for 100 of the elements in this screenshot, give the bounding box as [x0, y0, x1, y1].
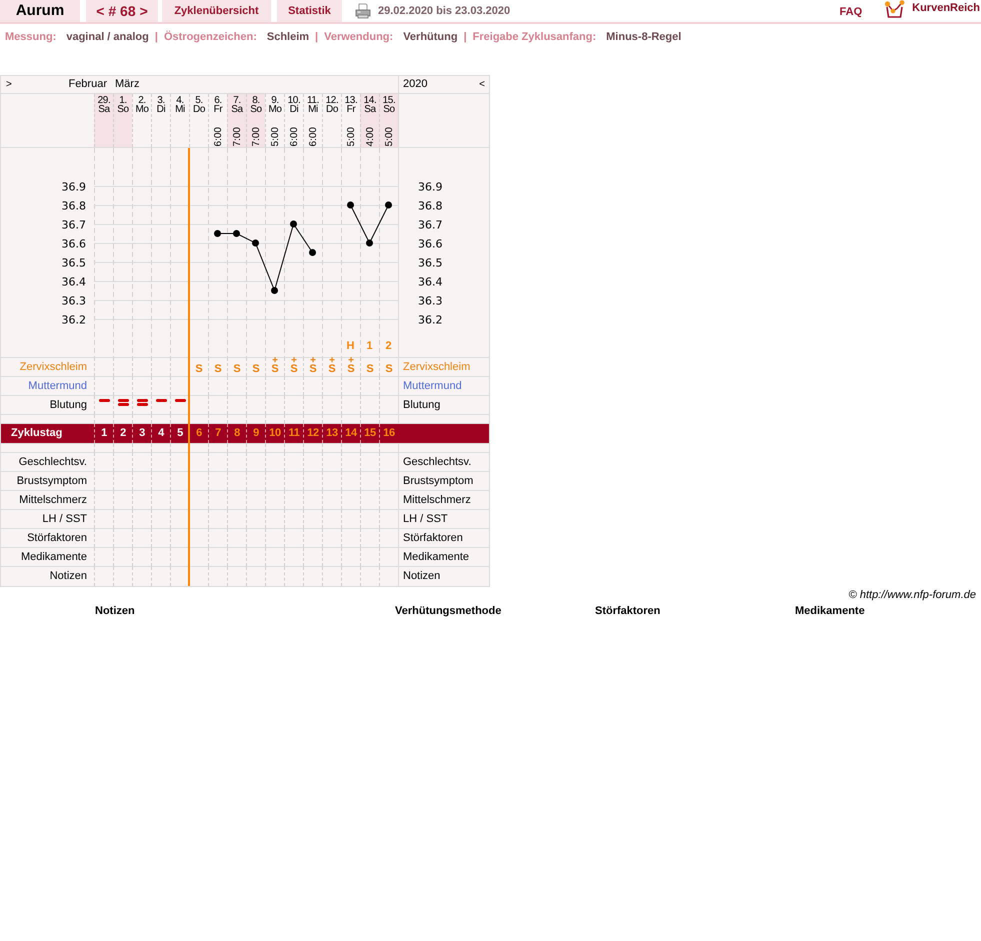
axis-label: 36.7	[62, 218, 86, 232]
time-label: 7:00	[250, 126, 262, 146]
row-label: Blutung	[403, 398, 440, 413]
mucus-mark: S	[328, 364, 336, 374]
row-label: Mittelschmerz	[19, 492, 87, 508]
weekday-label: So	[250, 105, 262, 114]
date-label: 10.	[288, 96, 300, 105]
cycle-day-number: 8	[234, 426, 240, 442]
date-label: 13.	[344, 96, 358, 105]
section-heading: Verhütungsmethode	[395, 604, 502, 619]
nav-tab[interactable]: Statistik	[277, 0, 342, 22]
row-label: Mittelschmerz	[403, 492, 471, 508]
cycle-day-number: 6	[196, 426, 202, 442]
cycle-day-number: 11	[288, 426, 300, 442]
date-label: 9.	[271, 96, 279, 105]
scale-label: 36.9	[418, 180, 442, 194]
weekday-label: Mi	[308, 105, 318, 114]
data-point	[252, 240, 259, 246]
scale-label: 36.3	[418, 294, 442, 308]
weekday-label: Mo	[268, 105, 282, 114]
scale-label: 36.7	[418, 218, 442, 232]
logo-icon	[884, 0, 906, 19]
marker-label: 2	[385, 340, 392, 352]
setting-label: Östrogenzeichen:	[164, 30, 257, 45]
mucus-plus-mark: +	[310, 358, 316, 364]
faq-link[interactable]: FAQ	[840, 4, 862, 22]
separator-text: |	[315, 30, 318, 45]
setting-label: Verwendung:	[324, 30, 394, 45]
mucus-mark: S	[271, 364, 279, 374]
row-label: Brustsymptom	[403, 474, 474, 489]
axis-label: 36.8	[62, 200, 86, 212]
date-range: 29.02.2020 bis 23.03.2020	[378, 4, 510, 19]
brand-name: KurvenReich	[912, 3, 980, 14]
date-label: 4.	[176, 96, 184, 105]
row-label: Notizen	[50, 569, 87, 584]
weekday-label: Fr	[214, 105, 222, 114]
time-label: 5:00	[346, 126, 356, 146]
weekday-label: Di	[156, 105, 166, 114]
mucus-mark: S	[214, 364, 222, 374]
date-label: 12.	[326, 96, 338, 105]
weekday-label: So	[383, 105, 395, 114]
axis-label: 36.5	[62, 256, 86, 270]
username-label: Aurum	[0, 0, 80, 22]
weekday-label: So	[117, 105, 129, 114]
copyright-text: © http://www.nfp-forum.de	[848, 589, 976, 601]
mucus-plus-mark: +	[348, 358, 354, 364]
cycle-day-number: 12	[307, 426, 319, 442]
weekday-label: Mo	[135, 105, 149, 114]
mucus-mark: S	[290, 364, 298, 374]
weekday-label: Di	[290, 105, 298, 114]
data-point	[347, 202, 354, 208]
date-label: 3.	[157, 96, 165, 105]
marker-label: H	[346, 340, 354, 352]
scale-label: 36.5	[418, 256, 442, 270]
row-label: Geschlechtsv.	[18, 454, 87, 470]
printer-icon[interactable]	[355, 3, 371, 19]
scale-label: 36.6	[418, 238, 442, 250]
chevron-left-link[interactable]: <	[479, 80, 485, 90]
time-label: 7:00	[232, 126, 242, 146]
data-point	[290, 220, 297, 228]
cycle-day-number: 10	[269, 426, 281, 442]
nav-tab[interactable]: Zyklenübersicht	[162, 0, 271, 22]
time-label: 6:00	[308, 126, 318, 146]
mucus-mark: S	[366, 364, 374, 374]
cycle-day-number: 14	[345, 426, 357, 442]
setting-value: Schleim	[266, 30, 310, 45]
time-label: 6:00	[212, 126, 224, 146]
row-label: Medikamente	[403, 550, 470, 565]
section-heading: Medikamente	[795, 604, 866, 619]
cycle-day-number: 2	[120, 426, 126, 442]
date-label: 6.	[214, 96, 222, 105]
row-label: Notizen	[403, 569, 440, 584]
next-cycle-link[interactable]: >	[140, 0, 148, 22]
prev-cycle-link[interactable]: <	[96, 0, 104, 22]
mucus-mark: S	[252, 364, 260, 374]
cycle-day-number: 9	[253, 426, 259, 442]
marker-label: 1	[366, 340, 373, 352]
data-point	[214, 230, 221, 237]
data-point	[233, 230, 240, 237]
year-label: 2020	[403, 77, 428, 92]
mucus-mark: S	[195, 364, 203, 374]
cycle-day-number: 4	[158, 426, 164, 442]
date-label: 5.	[195, 96, 203, 105]
setting-value: Verhütung	[403, 30, 458, 45]
row-label: Störfaktoren	[27, 530, 87, 546]
row-label: Geschlechtsv.	[403, 454, 472, 470]
time-label: 4:00	[364, 126, 376, 146]
data-point	[366, 240, 373, 246]
axis-label: 36.6	[62, 238, 86, 250]
mucus-plus-mark: +	[329, 358, 335, 364]
row-label: Zervixschleim	[403, 360, 470, 375]
date-label: 2.	[138, 96, 146, 105]
weekday-label: Do	[326, 105, 338, 114]
mucus-plus-mark: +	[291, 358, 297, 364]
date-label: 8.	[252, 96, 260, 105]
weekday-label: Sa	[364, 105, 376, 114]
mucus-mark: S	[309, 364, 317, 374]
time-label: 5:00	[384, 126, 394, 146]
mucus-plus-mark: +	[272, 358, 278, 364]
chevron-right-link[interactable]: >	[6, 80, 12, 90]
